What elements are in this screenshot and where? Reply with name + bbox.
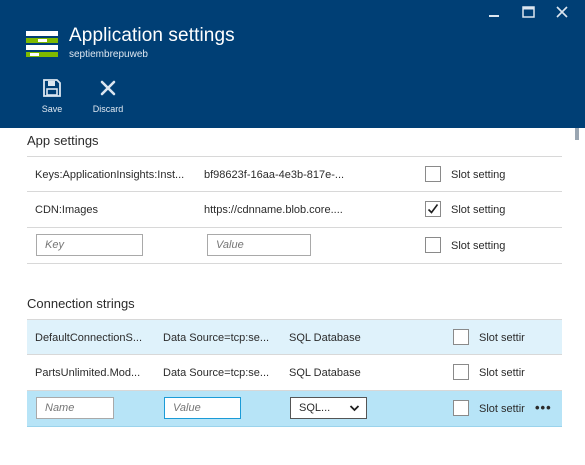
save-label: Save — [41, 104, 63, 114]
command-bar: Save Discard — [0, 73, 138, 123]
slot-setting-label: Slot setting — [451, 239, 506, 252]
slot-setting-label: Slot settir — [479, 331, 525, 344]
connection-string-name: DefaultConnectionS... — [35, 331, 143, 344]
save-button[interactable]: Save — [22, 73, 82, 121]
slot-setting-checkbox[interactable] — [453, 400, 469, 416]
key-input[interactable] — [36, 234, 143, 256]
value-input[interactable] — [164, 397, 241, 419]
slot-setting-label: Slot settir — [479, 366, 525, 379]
slot-setting-checkbox[interactable] — [425, 237, 441, 253]
blade-header: Application settings septiembrepuweb Sav… — [0, 0, 585, 128]
value-input[interactable] — [207, 234, 311, 256]
connection-string-name: PartsUnlimited.Mod... — [35, 366, 141, 379]
connection-string-row[interactable]: PartsUnlimited.Mod... Data Source=tcp:se… — [27, 355, 562, 391]
connection-string-value: Data Source=tcp:se... — [163, 366, 270, 379]
discard-icon — [100, 80, 116, 96]
app-setting-value: https://cdnname.blob.core.... — [204, 203, 343, 216]
chevron-down-icon — [349, 405, 360, 412]
discard-button[interactable]: Discard — [78, 73, 138, 121]
blade-title: Application settings — [69, 25, 235, 46]
slot-setting-checkbox[interactable] — [425, 166, 441, 182]
checkmark-icon — [427, 204, 439, 214]
window-controls — [477, 2, 579, 22]
connection-string-row[interactable]: DefaultConnectionS... Data Source=tcp:se… — [27, 319, 562, 355]
slot-setting-checkbox[interactable] — [453, 364, 469, 380]
slot-setting-label: Slot setting — [451, 203, 506, 216]
slot-setting-label: Slot setting — [451, 168, 506, 181]
scroll-thumb[interactable] — [575, 128, 579, 140]
app-setting-value: bf98623f-16aa-4e3b-817e-... — [204, 168, 345, 181]
app-setting-new-row: Slot setting — [27, 228, 562, 264]
app-settings-icon — [26, 31, 60, 59]
blade-subtitle: septiembrepuweb — [69, 49, 148, 60]
app-settings-grid: Keys:ApplicationInsights:Inst... bf98623… — [27, 156, 562, 264]
app-setting-key: Keys:ApplicationInsights:Inst... — [35, 168, 185, 181]
connection-string-value: Data Source=tcp:se... — [163, 331, 270, 344]
type-select-value: SQL... — [299, 402, 331, 414]
slot-setting-label: Slot settir — [479, 402, 525, 415]
name-input[interactable] — [36, 397, 114, 419]
connection-string-type: SQL Database — [289, 366, 361, 379]
close-icon[interactable] — [545, 2, 579, 22]
minimize-icon[interactable] — [477, 2, 511, 22]
slot-setting-checkbox[interactable] — [453, 329, 469, 345]
connection-strings-title: Connection strings — [27, 296, 135, 311]
scrollbar[interactable] — [575, 128, 579, 465]
slot-setting-checkbox[interactable] — [425, 201, 441, 217]
connection-strings-grid: DefaultConnectionS... Data Source=tcp:se… — [27, 319, 562, 427]
type-select[interactable]: SQL... — [290, 397, 367, 419]
app-setting-row[interactable]: Keys:ApplicationInsights:Inst... bf98623… — [27, 156, 562, 192]
discard-label: Discard — [92, 104, 124, 114]
more-options-button[interactable]: ••• — [535, 400, 552, 415]
maximize-icon[interactable] — [511, 2, 545, 22]
app-setting-key: CDN:Images — [35, 203, 98, 216]
connection-string-new-row: SQL... Slot settir ••• — [27, 391, 562, 427]
app-settings-title: App settings — [27, 133, 99, 148]
save-icon — [43, 79, 61, 97]
app-setting-row[interactable]: CDN:Images https://cdnname.blob.core....… — [27, 192, 562, 228]
connection-string-type: SQL Database — [289, 331, 361, 344]
